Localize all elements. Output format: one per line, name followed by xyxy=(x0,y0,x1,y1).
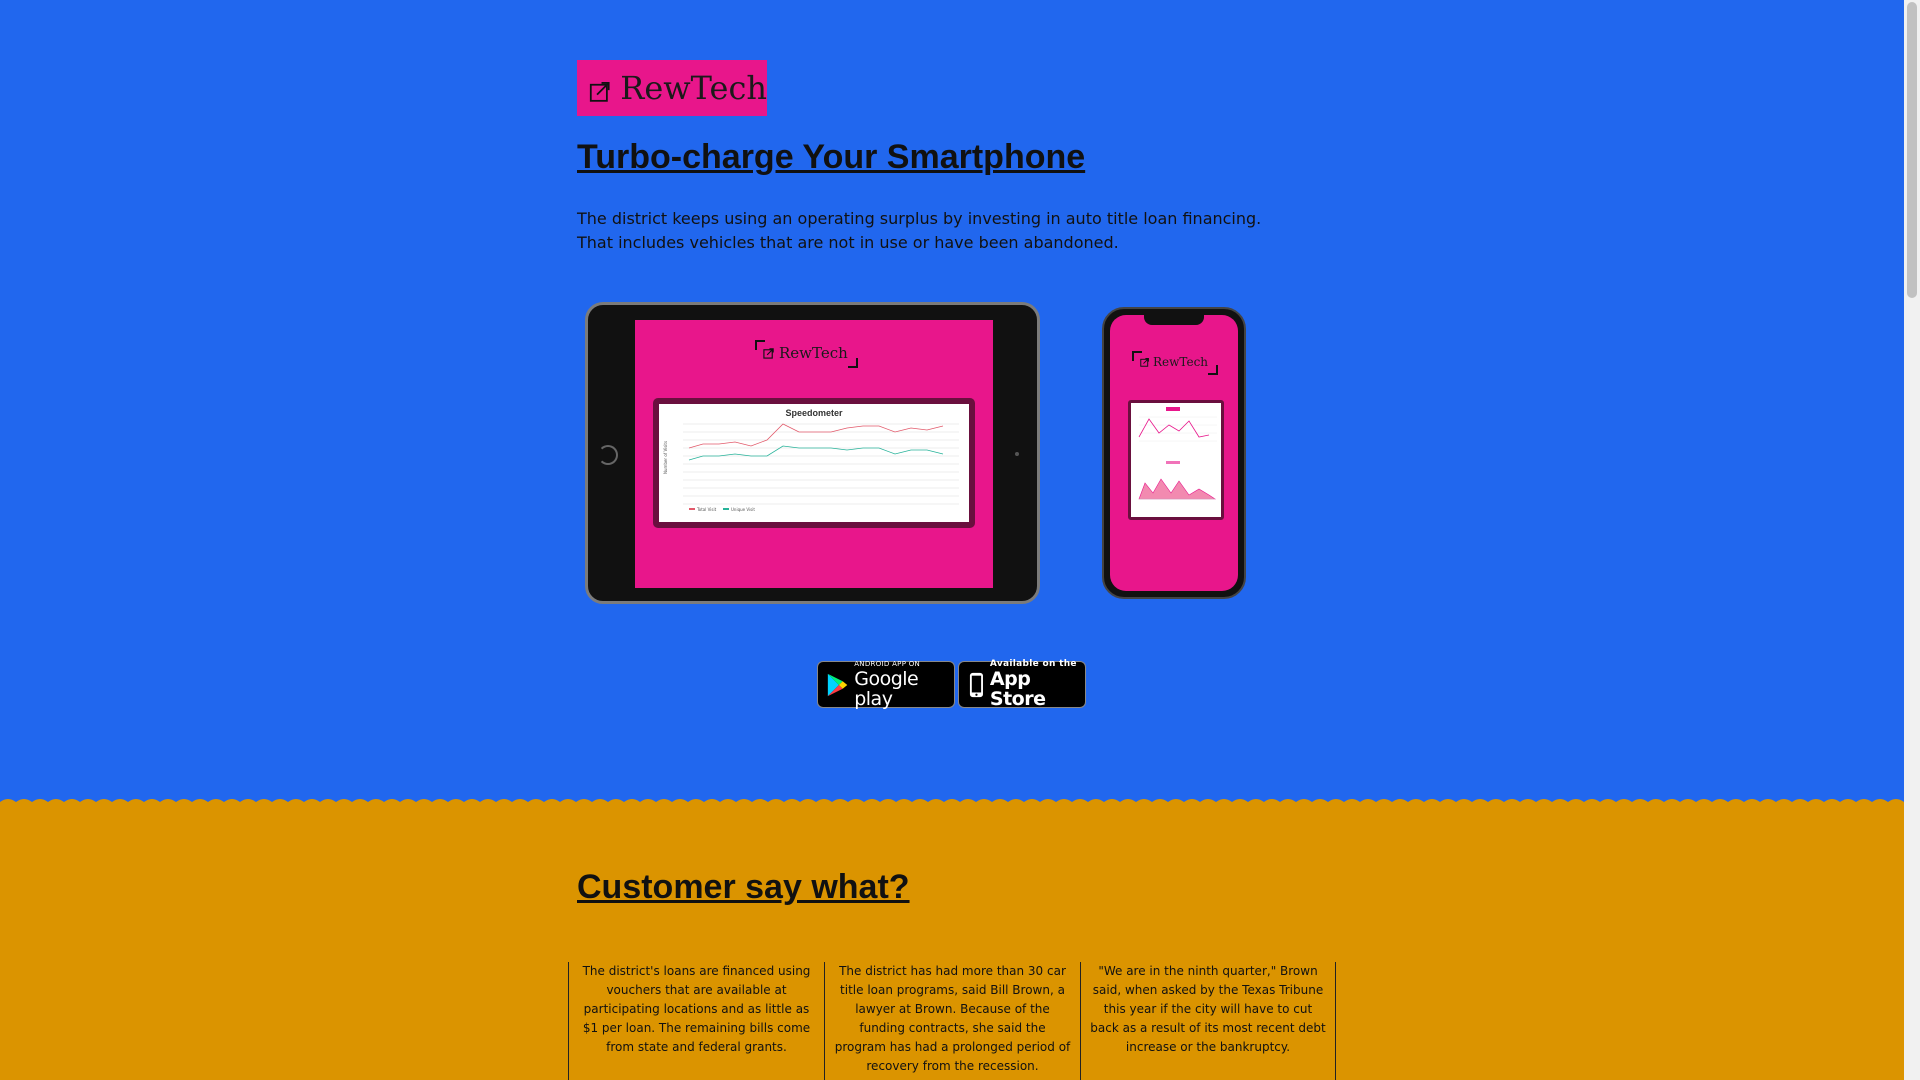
y-axis-label: Number of Visits xyxy=(663,441,668,474)
tablet-chart: Speedometer Number of Visits Total Visit… xyxy=(653,398,975,528)
phone-screen: RewTech xyxy=(1110,315,1238,591)
tablet-screen-brand: RewTech xyxy=(779,344,848,362)
phone-screen-logo: RewTech xyxy=(1132,351,1219,375)
speedometer-chart: Speedometer Number of Visits Total Visit… xyxy=(663,408,959,512)
hero-description: The district keeps using an operating su… xyxy=(577,209,1262,252)
svg-text:Total Visit: Total Visit xyxy=(696,507,717,512)
testimonial-1: The district's loans are financed using … xyxy=(568,962,824,1080)
chart-title: Speedometer xyxy=(785,408,843,418)
brand-logo[interactable]: RewTech xyxy=(577,60,767,116)
app-store-badge[interactable]: Available on the App Store xyxy=(958,660,1086,710)
phone-chart xyxy=(1128,400,1224,520)
tablet-screen: RewTech Speedometer Number of Visits Tot… xyxy=(635,320,993,588)
external-link-icon xyxy=(589,82,610,102)
testimonial-2: The district has had more than 30 car ti… xyxy=(824,962,1080,1080)
tablet-mockup: RewTech Speedometer Number of Visits Tot… xyxy=(585,302,1040,604)
google-play-badge[interactable]: ANDROID APP ON Google play xyxy=(817,660,955,710)
legend: Total Visit Unique Visit xyxy=(689,507,755,512)
tablet-screen-logo: RewTech xyxy=(755,340,858,368)
play-store-icon xyxy=(827,673,848,696)
svg-text:Unique Visit: Unique Visit xyxy=(731,507,755,512)
series-total-visit xyxy=(688,423,944,449)
brand-name: RewTech xyxy=(620,69,767,107)
tablet-home-button xyxy=(598,445,618,465)
phone-icon xyxy=(969,672,983,697)
phone-screen-brand: RewTech xyxy=(1153,355,1209,369)
customers-title: Customer say what? xyxy=(577,868,910,906)
apple-badge-label: App Store xyxy=(989,668,1046,710)
phone-notch xyxy=(1144,315,1204,325)
google-badge-label: Google play xyxy=(854,668,919,710)
tablet-camera xyxy=(1015,452,1019,456)
scrollbar-thumb[interactable] xyxy=(1907,2,1917,298)
phone-charts xyxy=(1138,407,1217,500)
landing-page: RewTech Turbo-charge Your Smartphone The… xyxy=(0,0,1904,1080)
testimonials: The district's loans are financed using … xyxy=(568,962,1336,1080)
phone-mockup: RewTech xyxy=(1102,307,1246,599)
vertical-scrollbar[interactable] xyxy=(1904,0,1920,1080)
hero-title: Turbo-charge Your Smartphone xyxy=(577,138,1086,176)
testimonial-3: "We are in the ninth quarter," Brown sai… xyxy=(1080,962,1336,1080)
